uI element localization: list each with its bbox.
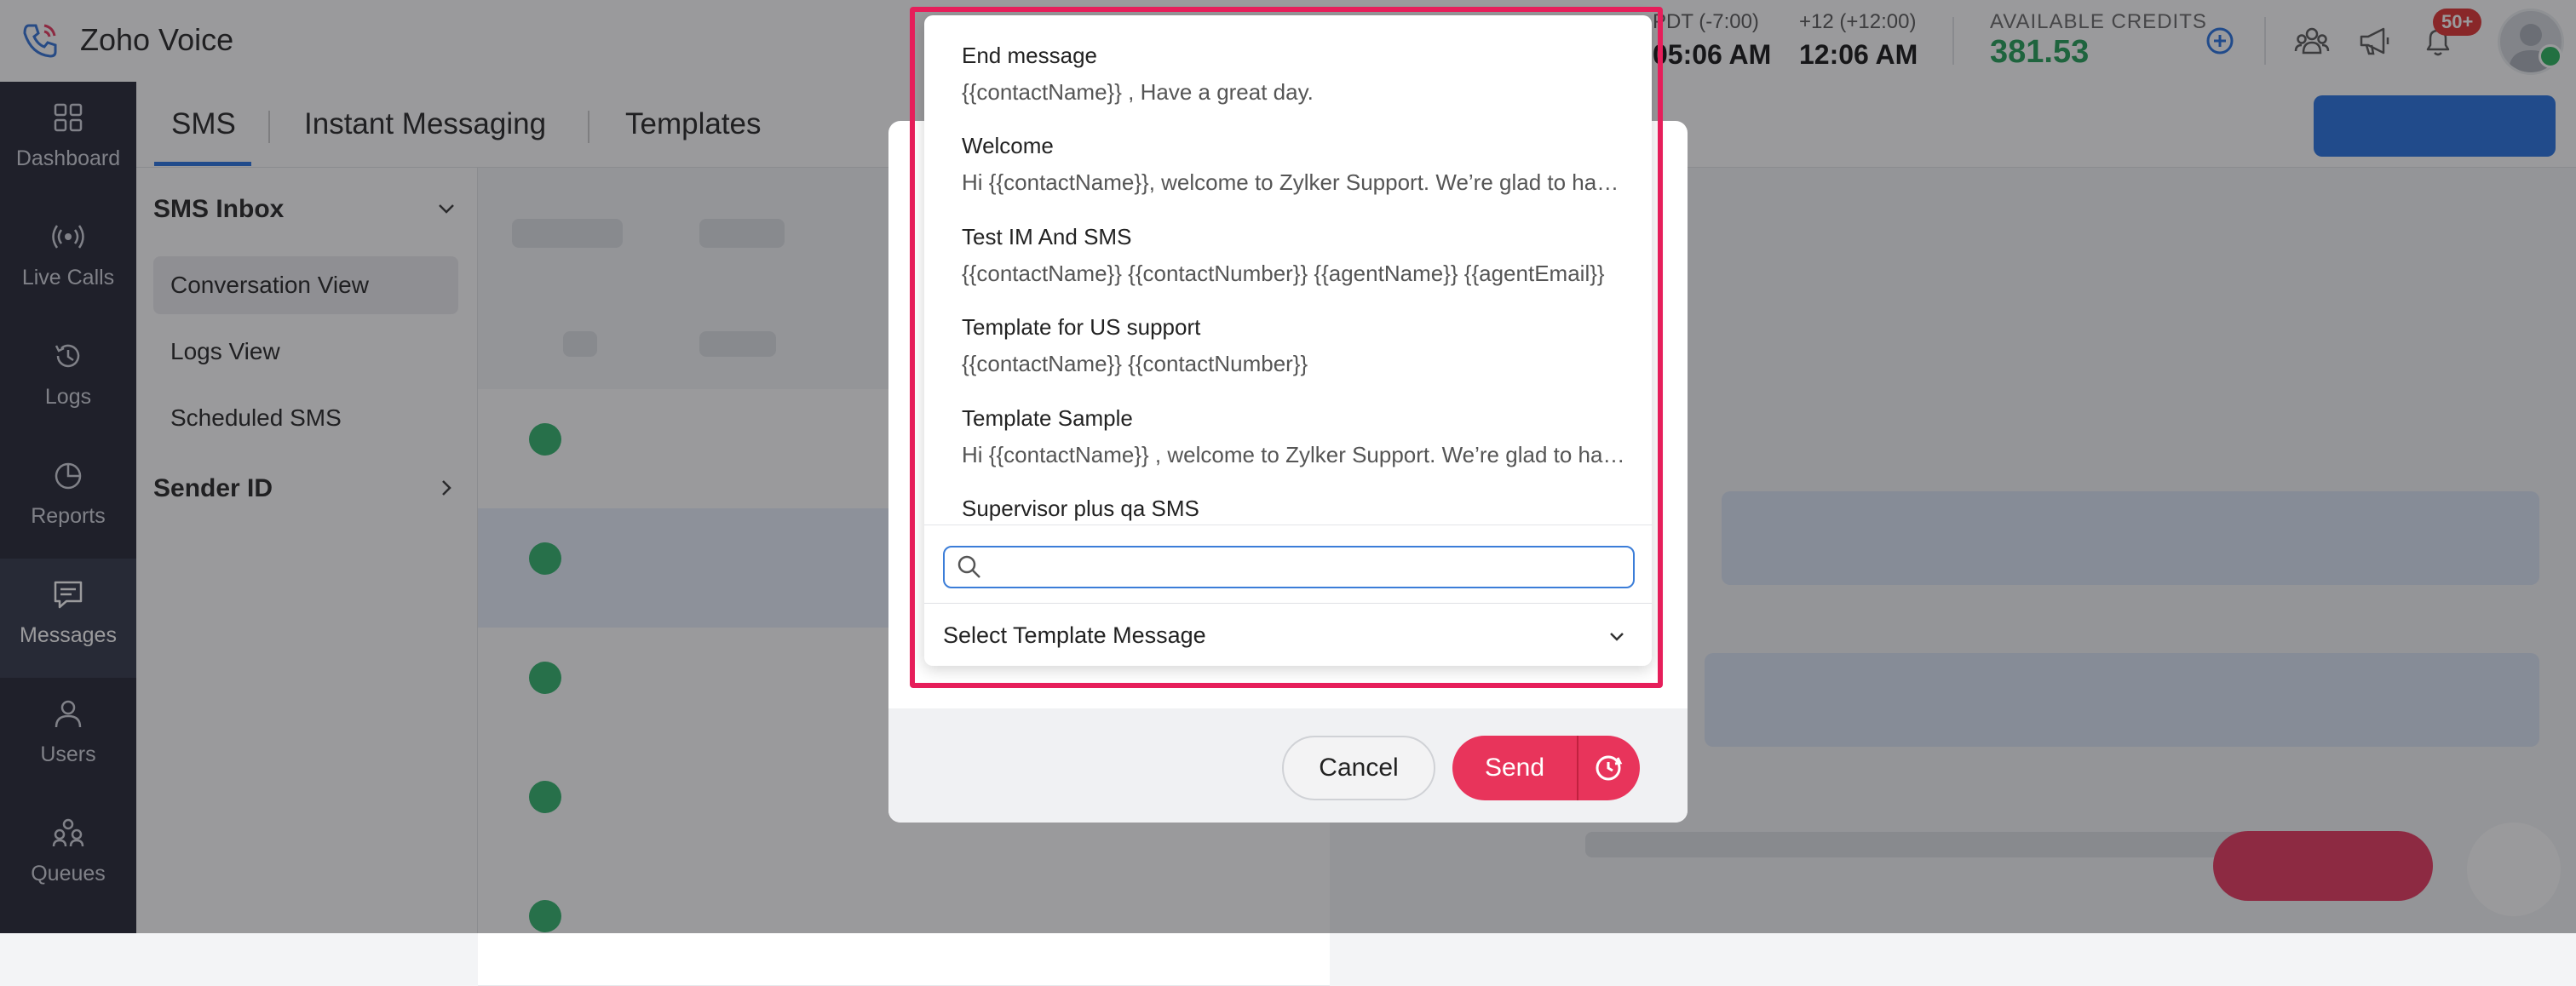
highlight-frame (910, 7, 1663, 688)
schedule-send-button[interactable] (1580, 736, 1640, 800)
schedule-clock-icon (1596, 755, 1623, 781)
send-label[interactable]: Send (1452, 736, 1577, 800)
send-button[interactable]: Send (1452, 736, 1640, 800)
cancel-button[interactable]: Cancel (1282, 736, 1435, 800)
divider (1577, 736, 1578, 800)
